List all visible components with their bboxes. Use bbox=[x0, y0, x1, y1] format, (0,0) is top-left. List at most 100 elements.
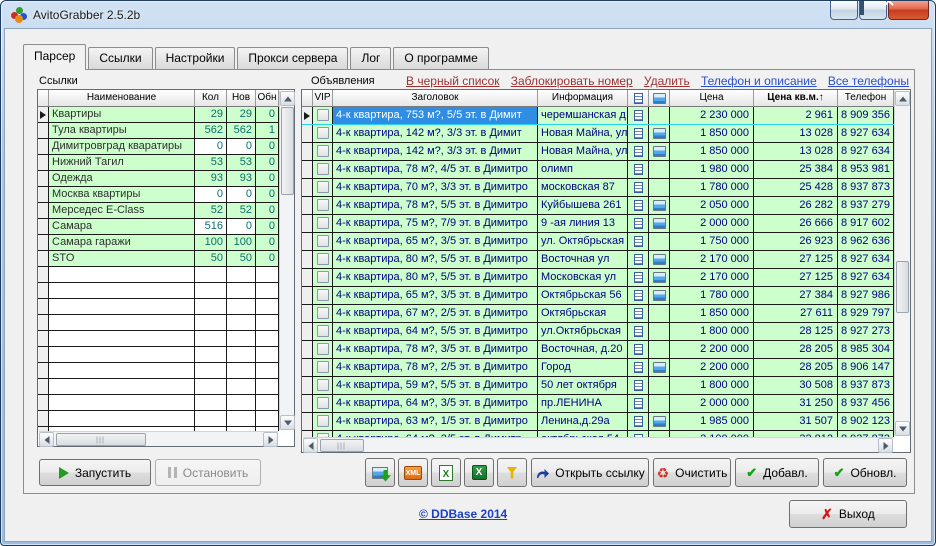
link-row[interactable]: Нижний Тагил53530 bbox=[38, 155, 279, 171]
exit-button[interactable]: ✗ Выход bbox=[789, 500, 907, 528]
scroll-right-arrow[interactable] bbox=[878, 438, 893, 453]
ad-row[interactable]: 4-к квартира, 78 м?, 5/5 эт. в ДимитроКу… bbox=[302, 197, 894, 215]
vip-checkbox[interactable] bbox=[317, 109, 329, 121]
links-header-name[interactable]: Наименование bbox=[49, 90, 195, 107]
scroll-up-arrow[interactable] bbox=[895, 91, 910, 106]
vip-checkbox[interactable] bbox=[317, 325, 329, 337]
ad-row[interactable]: 4-к квартира, 80 м?, 5/5 эт. в ДимитроМо… bbox=[302, 269, 894, 287]
action-link-danger[interactable]: Заблокировать номер bbox=[511, 74, 633, 88]
vip-checkbox[interactable] bbox=[317, 217, 329, 229]
vip-checkbox[interactable] bbox=[317, 253, 329, 265]
vip-checkbox[interactable] bbox=[317, 127, 329, 139]
scroll-down-arrow[interactable] bbox=[895, 421, 910, 436]
action-link-danger[interactable]: Удалить bbox=[644, 74, 690, 88]
copyright-link[interactable]: © DDBase 2014 bbox=[419, 507, 507, 521]
clear-button[interactable]: ♻ Очистить bbox=[653, 458, 731, 487]
vip-checkbox[interactable] bbox=[317, 415, 329, 427]
tab-О программе[interactable]: О программе bbox=[393, 47, 488, 69]
link-row[interactable]: Мерседес E-Class52520 bbox=[38, 203, 279, 219]
ad-row[interactable]: 4-к квартира, 142 м?, 3/3 эт. в ДимитНов… bbox=[302, 143, 894, 161]
scrollbar-thumb[interactable] bbox=[56, 433, 146, 446]
link-row[interactable]: Самара51600 bbox=[38, 219, 279, 235]
links-header-new[interactable]: Нов bbox=[227, 90, 256, 107]
ads-header-price[interactable]: Цена bbox=[670, 90, 754, 107]
ad-row[interactable]: 4-к квартира, 67 м?, 2/5 эт. в ДимитроОк… bbox=[302, 305, 894, 323]
vip-checkbox[interactable] bbox=[317, 271, 329, 283]
ads-header-vip[interactable]: VIP bbox=[313, 90, 333, 107]
vip-checkbox[interactable] bbox=[317, 397, 329, 409]
ad-row[interactable]: 4-к квартира, 78 м?, 2/5 эт. в ДимитроГо… bbox=[302, 359, 894, 377]
link-row[interactable]: STO50500 bbox=[38, 251, 279, 267]
link-row[interactable]: Квартиры29290 bbox=[38, 107, 279, 123]
price-m2-cell: 25 384 bbox=[754, 161, 838, 178]
tab-Ссылки[interactable]: Ссылки bbox=[88, 47, 152, 69]
vip-checkbox[interactable] bbox=[317, 307, 329, 319]
close-button[interactable] bbox=[888, 1, 929, 20]
ad-row[interactable]: 4-к квартира, 65 м?, 3/5 эт. в ДимитроОк… bbox=[302, 287, 894, 305]
link-row[interactable]: Самара гаражи1001000 bbox=[38, 235, 279, 251]
vip-checkbox[interactable] bbox=[317, 199, 329, 211]
row-selector-cell bbox=[38, 315, 49, 330]
ad-row[interactable]: 4-к квартира, 64 м?, 3/5 эт. в Димитропр… bbox=[302, 395, 894, 413]
link-row[interactable]: Тула квартиры5625621 bbox=[38, 123, 279, 139]
scroll-right-arrow[interactable] bbox=[263, 432, 278, 447]
minimize-button[interactable] bbox=[830, 1, 858, 20]
ads-header-phone[interactable]: Телефон bbox=[838, 90, 894, 107]
ads-header-info[interactable]: Информация bbox=[538, 90, 628, 107]
link-row[interactable]: Одежда93930 bbox=[38, 171, 279, 187]
scroll-down-arrow[interactable] bbox=[280, 415, 295, 430]
ad-row[interactable]: 4-к квартира, 65 м?, 3/5 эт. в Димитроул… bbox=[302, 233, 894, 251]
open-link-button[interactable]: Открыть ссылку bbox=[531, 458, 649, 487]
ad-row[interactable]: 4-к квартира, 70 м?, 3/3 эт. в Димитромо… bbox=[302, 179, 894, 197]
links-header-count[interactable]: Кол bbox=[195, 90, 227, 107]
vip-checkbox[interactable] bbox=[317, 163, 329, 175]
tab-Лог[interactable]: Лог bbox=[350, 47, 391, 69]
ad-row[interactable]: 4-к квартира, 142 м?, 3/3 эт. в ДимитНов… bbox=[302, 125, 894, 143]
vip-checkbox[interactable] bbox=[317, 181, 329, 193]
vip-checkbox[interactable] bbox=[317, 235, 329, 247]
add-button[interactable]: ✔ Добавл. bbox=[735, 458, 819, 487]
ad-row[interactable]: 4-к квартира, 59 м?, 5/5 эт. в Димитро50… bbox=[302, 377, 894, 395]
ad-row[interactable]: 4-к квартира, 80 м?, 5/5 эт. в ДимитроВо… bbox=[302, 251, 894, 269]
filter-table-button[interactable] bbox=[497, 458, 527, 487]
vip-checkbox[interactable] bbox=[317, 343, 329, 355]
maximize-button[interactable] bbox=[859, 1, 887, 20]
scrollbar-thumb[interactable] bbox=[320, 439, 364, 452]
scroll-up-arrow[interactable] bbox=[280, 91, 295, 106]
ads-header-title[interactable]: Заголовок bbox=[333, 90, 538, 107]
link-count-cell: 562 bbox=[195, 123, 227, 138]
start-button[interactable]: Запустить bbox=[39, 459, 151, 486]
scrollbar-thumb[interactable] bbox=[896, 261, 909, 313]
vip-checkbox[interactable] bbox=[317, 361, 329, 373]
vip-checkbox[interactable] bbox=[317, 379, 329, 391]
ad-row[interactable]: 4-к квартира, 78 м?, 3/5 эт. в ДимитроВо… bbox=[302, 341, 894, 359]
excel-file-button[interactable]: X bbox=[464, 458, 494, 487]
export-xml-button[interactable]: XML bbox=[398, 458, 428, 487]
scroll-left-arrow[interactable] bbox=[303, 438, 318, 453]
scrollbar-thumb[interactable] bbox=[281, 107, 294, 195]
link-row[interactable]: Димитровград кваратиры000 bbox=[38, 139, 279, 155]
action-link-danger[interactable]: В черный список bbox=[406, 74, 500, 88]
action-link-normal[interactable]: Все телефоны bbox=[828, 74, 909, 88]
ad-row[interactable]: 4-к квартира, 753 м?, 5/5 эт. в Димитчер… bbox=[302, 107, 894, 125]
scroll-left-arrow[interactable] bbox=[39, 432, 54, 447]
ad-row[interactable]: 4-к квартира, 78 м?, 4/5 эт. в Димитроол… bbox=[302, 161, 894, 179]
links-header-updated[interactable]: Обн bbox=[256, 90, 279, 107]
ads-header-price-m2[interactable]: Цена кв.м.↑ bbox=[754, 90, 838, 107]
link-row[interactable]: Москва квартиры000 bbox=[38, 187, 279, 203]
save-image-button[interactable] bbox=[365, 458, 395, 487]
tab-Парсер[interactable]: Парсер bbox=[23, 44, 86, 70]
ad-row[interactable]: 4-к квартира, 63 м?, 1/5 эт. в ДимитроЛе… bbox=[302, 413, 894, 431]
vip-checkbox[interactable] bbox=[317, 289, 329, 301]
ad-row[interactable]: 4-к квартира, 64 м?, 5/5 эт. в Димитроул… bbox=[302, 323, 894, 341]
action-link-normal[interactable]: Телефон и описание bbox=[701, 74, 817, 88]
tab-Настройки[interactable]: Настройки bbox=[155, 47, 236, 69]
stop-button[interactable]: Остановить bbox=[155, 459, 261, 486]
tab-Прокси сервера[interactable]: Прокси сервера bbox=[237, 47, 348, 69]
vip-checkbox[interactable] bbox=[317, 145, 329, 157]
ads-header-doc-icon[interactable] bbox=[628, 90, 649, 107]
ads-header-img-icon[interactable] bbox=[649, 90, 670, 107]
update-button[interactable]: ✔ Обновл. bbox=[823, 458, 907, 487]
excel-export-button[interactable]: X bbox=[431, 458, 461, 487]
ad-row[interactable]: 4-к квартира, 75 м?, 7/9 эт. в Димитро9 … bbox=[302, 215, 894, 233]
